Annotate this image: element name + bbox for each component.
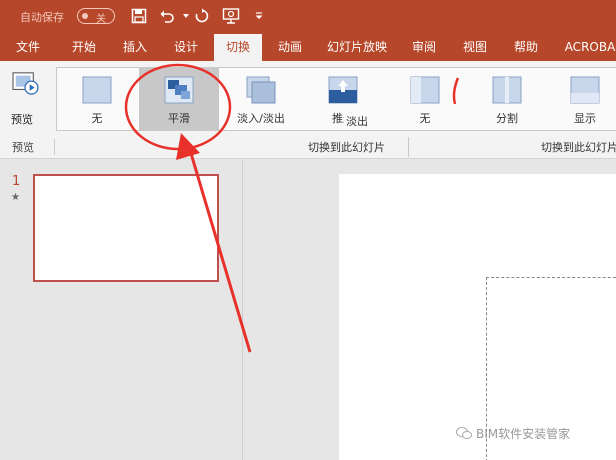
title-bar: 自动保存 关 [0,0,616,34]
transition-label: 显示 [574,112,596,125]
tab-home[interactable]: 开始 [62,34,106,61]
preview-button[interactable]: 预览 [4,67,44,127]
autosave-state: 关 [96,14,106,25]
morph-icon [164,76,194,104]
push-tooltip: 淡出 [344,113,370,129]
transition-gallery: 无 平滑 淡入/淡出 推进 无 分割 显示 [56,67,616,131]
transition-group-label: 切换到此幻灯片 [308,141,385,154]
tab-transitions[interactable]: 切换 [214,34,262,61]
transition-fade[interactable]: 淡入/淡出 [225,68,297,130]
customize-qat-icon[interactable] [250,7,268,25]
preview-group-label: 预览 [12,141,34,154]
tab-acrobat[interactable]: ACROBA [560,34,616,61]
slide-thumbnail-pane: 1 ★ [0,160,242,460]
transition-label: 无 [91,112,103,125]
tab-slideshow[interactable]: 幻灯片放映 [322,34,392,61]
wechat-icon [456,427,472,439]
watermark-text: BIM软件安装管家 [476,427,571,441]
transition-label: 淡入/淡出 [237,112,285,125]
transition-push[interactable]: 推进 [303,68,383,130]
reveal-icon [570,76,600,104]
transition-morph[interactable]: 平滑 [139,68,219,130]
transition-star-icon: ★ [11,192,20,203]
transition-reveal[interactable]: 显示 [553,68,616,130]
slide-thumbnail[interactable] [33,174,219,282]
undo-icon[interactable] [158,7,176,25]
transition-wipe[interactable]: 无 [389,68,461,130]
transition-none-icon [82,76,112,104]
preview-label: 预览 [11,113,33,126]
preview-icon [12,72,39,95]
transition-group-label-2: 切换到此幻灯片 [541,141,616,154]
ribbon: 预览 预览 无 平滑 淡入/淡出 推进 无 分割 显示 切换到此幻灯片 切换到此… [0,61,616,159]
group-divider [408,137,409,157]
fade-icon [246,76,276,104]
transition-label: 平滑 [168,112,190,125]
autosave-toggle[interactable]: 关 [77,8,115,25]
split-icon [492,76,522,104]
transition-label: 推进 [332,112,354,125]
autosave-label: 自动保存 [20,11,64,24]
slide-number: 1 [12,174,21,189]
transition-label: 无 [419,112,431,125]
slide-editor [243,160,616,460]
transition-split[interactable]: 分割 [471,68,543,130]
transition-none[interactable]: 无 [63,68,131,130]
toggle-knob [82,13,88,19]
tab-insert[interactable]: 插入 [113,34,157,61]
save-icon[interactable] [130,7,148,25]
group-separator [54,139,55,155]
push-icon [328,76,358,104]
tab-view[interactable]: 视图 [453,34,497,61]
tab-animations[interactable]: 动画 [268,34,312,61]
tab-design[interactable]: 设计 [164,34,208,61]
present-from-start-icon[interactable] [222,7,240,25]
tab-file[interactable]: 文件 [6,34,50,61]
ribbon-tabs: 文件 开始 插入 设计 切换 动画 幻灯片放映 审阅 视图 帮助 ACROBA [0,34,616,61]
redo-icon[interactable] [193,7,211,25]
wipe-icon [410,76,440,104]
tab-review[interactable]: 审阅 [402,34,446,61]
tab-help[interactable]: 帮助 [504,34,548,61]
transition-label: 分割 [496,112,518,125]
